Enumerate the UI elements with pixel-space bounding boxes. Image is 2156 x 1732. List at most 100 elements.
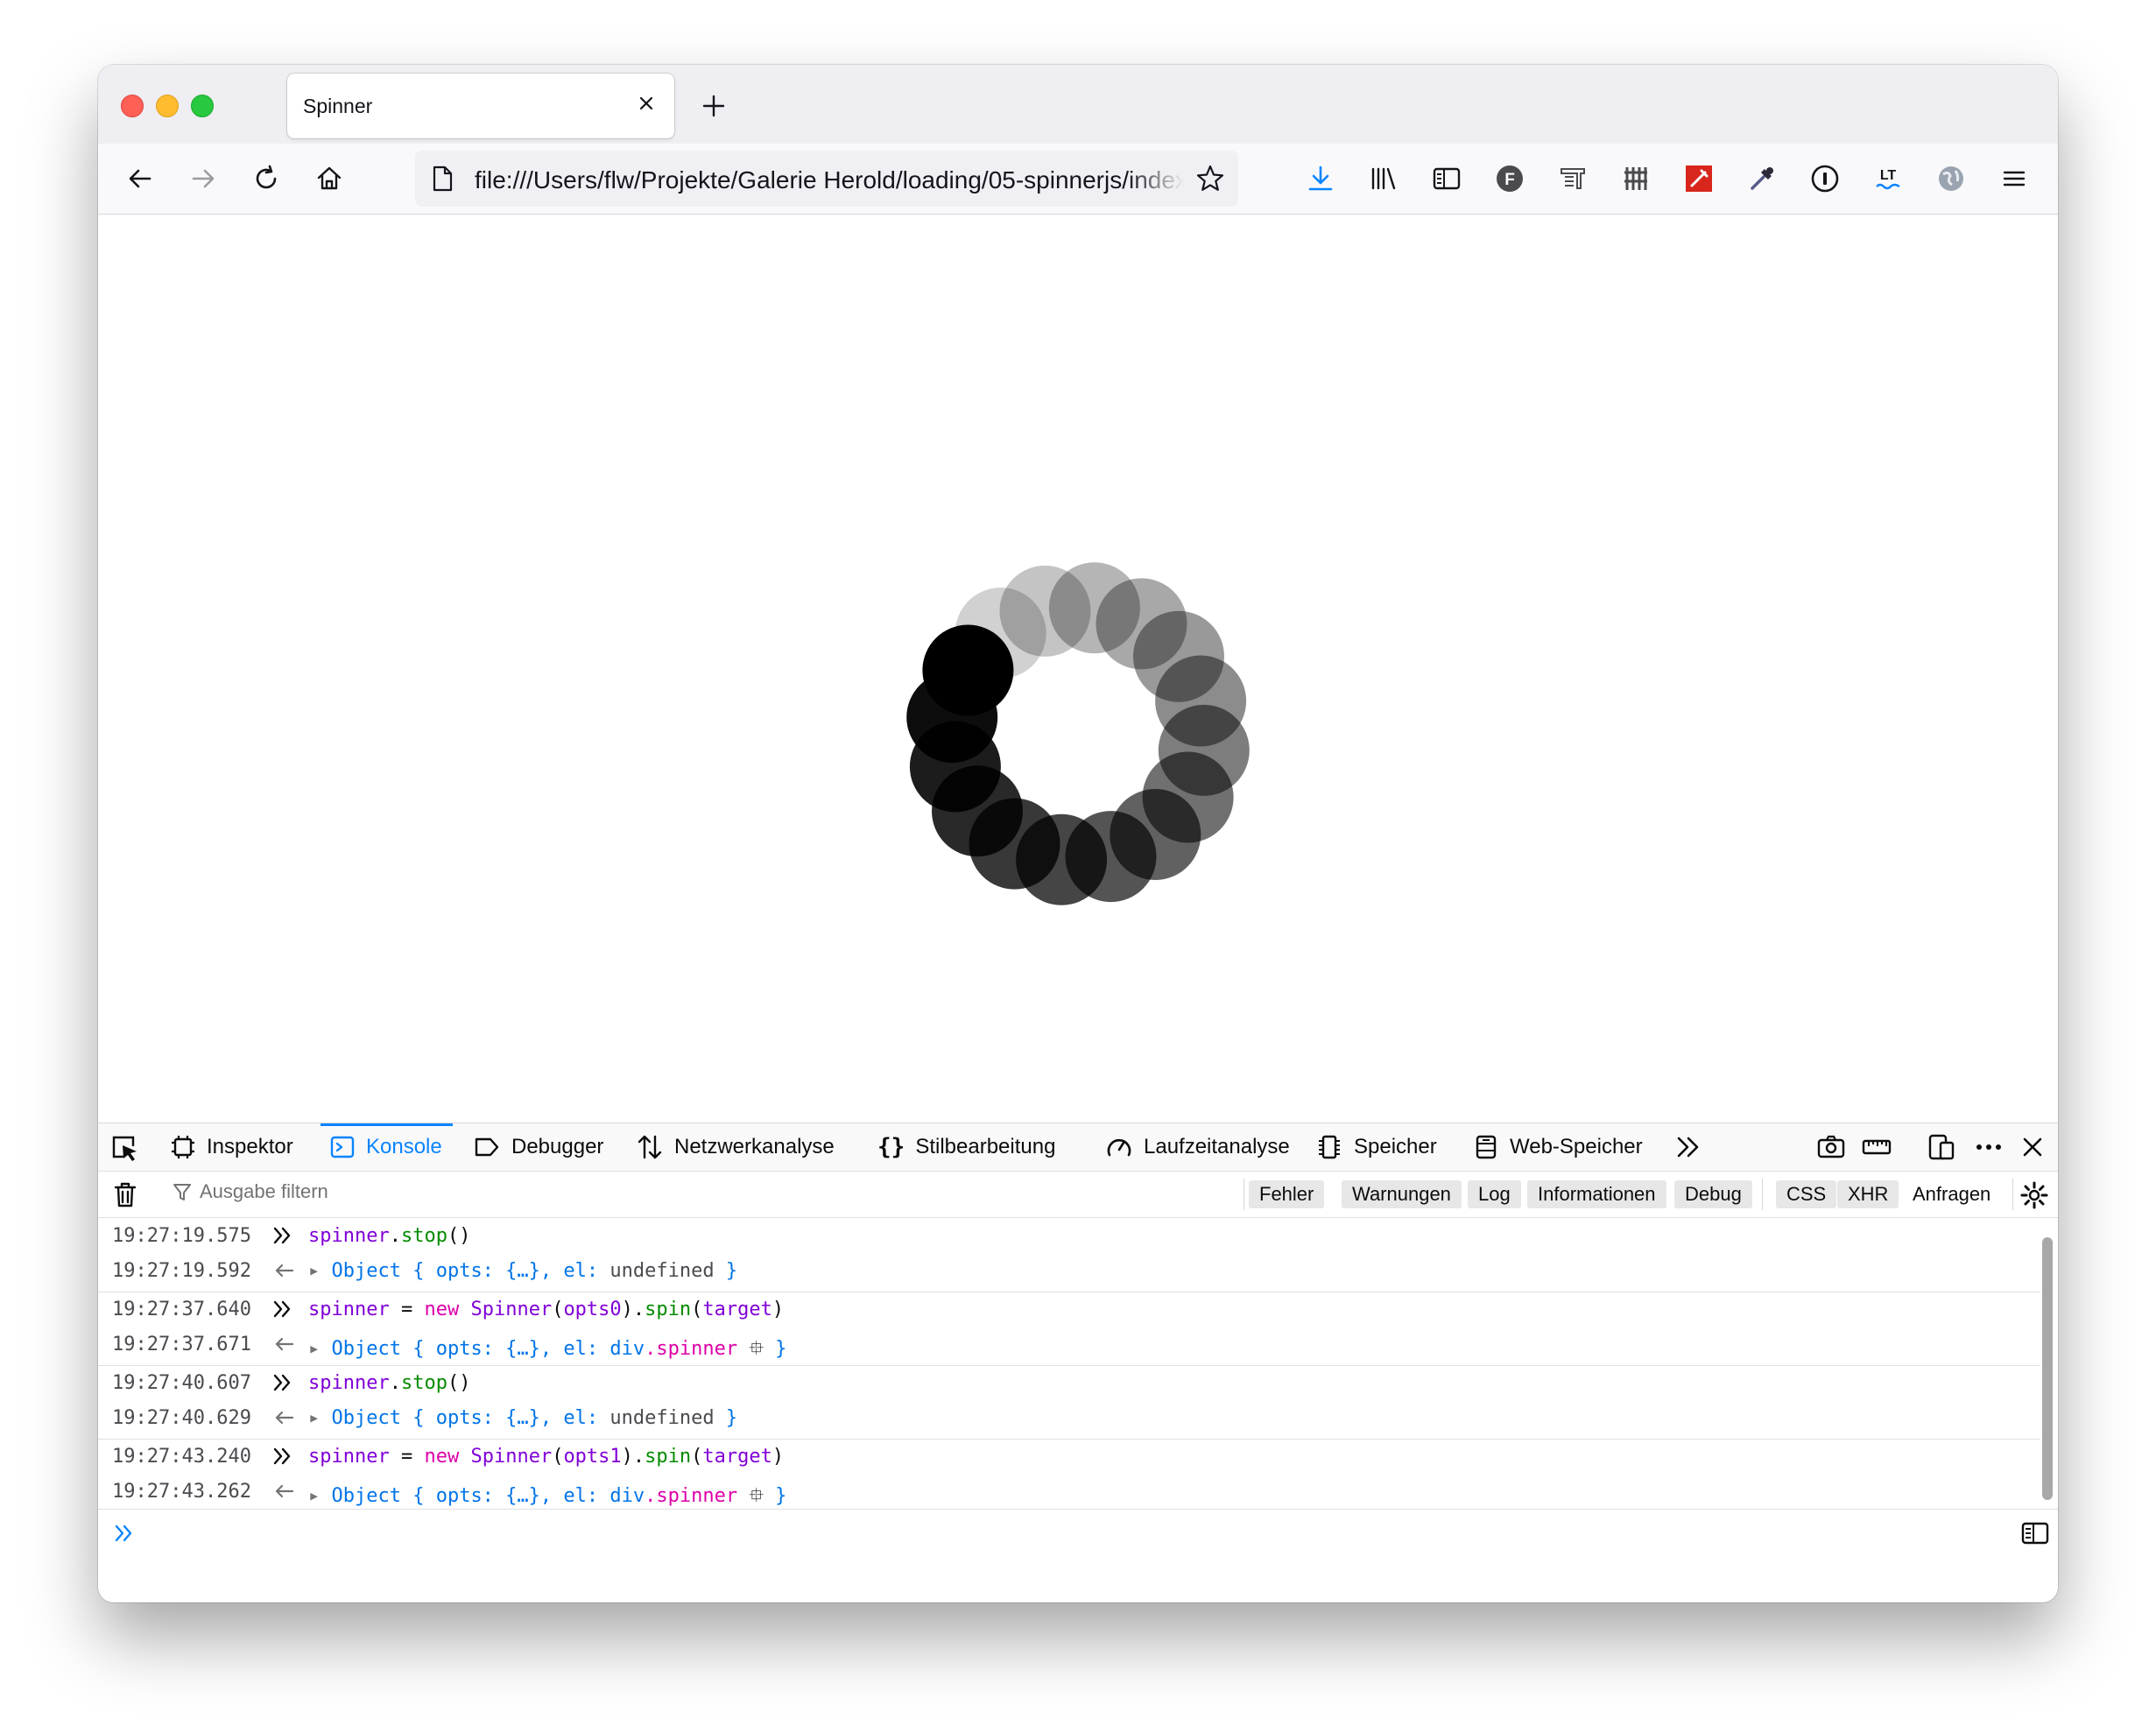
new-tab-icon[interactable] [699, 91, 729, 121]
reader-icon[interactable] [1555, 161, 1590, 196]
browser-tab[interactable]: Spinner [287, 74, 674, 138]
console-settings-gear-icon[interactable] [2019, 1180, 2049, 1210]
page-icon [433, 165, 453, 192]
timestamp: 19:27:43.262 [112, 1481, 251, 1503]
input-chevron-icon [273, 1447, 291, 1465]
close-tab-icon[interactable] [634, 91, 659, 116]
prompt-chevron-icon [115, 1524, 132, 1542]
filter-anfragen-button[interactable]: Anfragen [1902, 1180, 2001, 1208]
console-message: spinner = new Spinner(opts1).spin(target… [308, 1446, 785, 1468]
console-message[interactable]: ▸ Object { opts: {…}, el: undefined } [308, 1407, 737, 1429]
filter-xhr-button[interactable]: XHR [1837, 1180, 1899, 1208]
filter-warnungen-button[interactable]: Warnungen [1342, 1180, 1462, 1208]
close-window-button[interactable] [121, 95, 144, 117]
debugger-icon [475, 1137, 499, 1157]
svg-text:LT: LT [1880, 168, 1897, 183]
eyedropper-icon[interactable] [1744, 161, 1779, 196]
filter-placeholder: Ausgabe filtern [200, 1180, 328, 1202]
download-icon[interactable] [1303, 161, 1338, 196]
filter-fehler-button[interactable]: Fehler [1249, 1180, 1325, 1208]
menu-icon[interactable] [1997, 161, 2032, 196]
tab-debugger[interactable]: Debugger [473, 1123, 603, 1171]
spinner [906, 562, 1250, 905]
tab-stilbearbeitung[interactable]: {} Stilbearbeitung [877, 1123, 1055, 1171]
tab-konsole[interactable]: Konsole [321, 1123, 453, 1171]
network-icon [638, 1135, 662, 1159]
tab-speicher[interactable]: Speicher [1315, 1123, 1437, 1171]
forward-icon[interactable] [186, 161, 221, 196]
console-row-input: 19:27:43.240 spinner = new Spinner(opts1… [98, 1439, 2040, 1475]
minimize-window-button[interactable] [156, 95, 179, 117]
storage-icon [1476, 1135, 1497, 1159]
tab-web-speicher[interactable]: Web-Speicher [1473, 1123, 1643, 1171]
filter-icon [173, 1184, 191, 1200]
timestamp: 19:27:40.629 [112, 1407, 251, 1429]
console-message[interactable]: ▸ Object { opts: {…}, el: div.spinner ⯐ … [308, 1334, 786, 1367]
input-chevron-icon [273, 1300, 291, 1318]
globe-icon[interactable] [1934, 161, 1969, 196]
responsive-design-icon[interactable] [1927, 1132, 1956, 1162]
console-message: spinner.stop() [308, 1225, 471, 1247]
separator [1762, 1179, 1763, 1210]
filter-css-button[interactable]: CSS [1776, 1180, 1837, 1208]
timestamp: 19:27:37.671 [112, 1334, 251, 1355]
trash-icon[interactable] [112, 1180, 138, 1208]
console-message[interactable]: ▸ Object { opts: {…}, el: undefined } [308, 1260, 737, 1282]
bookmark-star-icon[interactable] [1194, 163, 1226, 194]
result-arrow-icon [275, 1484, 294, 1498]
more-tools-chevron-icon[interactable] [1674, 1134, 1702, 1160]
console-output: 19:27:19.575 spinner.stop() 19:27:19.592… [98, 1218, 2040, 1507]
console-icon [330, 1136, 355, 1158]
screenshot-icon[interactable] [1816, 1134, 1846, 1160]
filter-informationen-button[interactable]: Informationen [1527, 1180, 1666, 1208]
tab-title: Spinner [303, 95, 373, 117]
tab-bar: Spinner [98, 65, 2058, 144]
console-row-input: 19:27:40.607 spinner.stop() [98, 1365, 2040, 1402]
devtools-panel: Inspektor Konsole Debugger Netzwerkanaly… [98, 1123, 2058, 1602]
home-icon[interactable] [312, 161, 347, 196]
extension-grid-icon[interactable] [1618, 161, 1653, 196]
zoom-window-button[interactable] [191, 95, 214, 117]
tab-laufzeitanalyse[interactable]: Laufzeitanalyse [1105, 1123, 1290, 1171]
node-inspect-icon[interactable]: ⯐ [749, 1485, 764, 1507]
input-chevron-icon [273, 1227, 291, 1244]
console-filter-bar: Ausgabe filtern Fehler Warnungen Log Inf… [98, 1172, 2058, 1218]
url-text[interactable]: file:///Users/flw/Projekte/Galerie Herol… [475, 166, 1184, 194]
element-picker-icon[interactable] [110, 1134, 140, 1162]
console-row-input: 19:27:19.575 spinner.stop() [98, 1218, 2040, 1255]
extension-red-icon[interactable] [1681, 161, 1716, 196]
filter-debug-button[interactable]: Debug [1674, 1180, 1752, 1208]
tab-netzwerkanalyse[interactable]: Netzwerkanalyse [636, 1123, 835, 1171]
extension-f-icon[interactable]: F [1492, 161, 1527, 196]
memory-icon [1319, 1135, 1340, 1159]
console-row-output: 19:27:19.592 ▸ Object { opts: {…}, el: u… [98, 1253, 2040, 1290]
filter-log-button[interactable]: Log [1468, 1180, 1521, 1208]
console-scrollbar-thumb[interactable] [2042, 1237, 2053, 1500]
node-inspect-icon[interactable]: ⯐ [749, 1338, 764, 1360]
reload-icon[interactable] [249, 161, 284, 196]
tab-label: Speicher [1354, 1135, 1437, 1158]
timestamp: 19:27:43.240 [112, 1446, 251, 1468]
languagetool-icon[interactable]: LT [1871, 161, 1906, 196]
input-chevron-icon [273, 1374, 291, 1391]
close-devtools-icon[interactable] [2019, 1134, 2046, 1160]
sidebar-icon[interactable] [1429, 161, 1464, 196]
console-row-input: 19:27:37.640 spinner = new Spinner(opts0… [98, 1292, 2040, 1328]
console-row-output: 19:27:43.262 ▸ Object { opts: {…}, el: d… [98, 1474, 2040, 1510]
ruler-icon[interactable] [1862, 1134, 1892, 1160]
timestamp: 19:27:19.592 [112, 1260, 251, 1282]
back-icon[interactable] [123, 161, 158, 196]
password-icon[interactable] [1807, 161, 1842, 196]
editor-mode-icon[interactable] [2021, 1520, 2049, 1546]
inspector-icon [172, 1136, 194, 1158]
console-message: spinner = new Spinner(opts0).spin(target… [308, 1299, 785, 1320]
address-bar[interactable]: file:///Users/flw/Projekte/Galerie Herol… [415, 151, 1238, 207]
library-icon[interactable] [1366, 161, 1401, 196]
tab-label: Debugger [511, 1135, 604, 1158]
more-options-icon[interactable] [1974, 1134, 2004, 1160]
console-row-output: 19:27:37.671 ▸ Object { opts: {…}, el: d… [98, 1327, 2040, 1363]
console-input[interactable] [98, 1509, 2058, 1559]
filter-input[interactable]: Ausgabe filtern [172, 1180, 328, 1203]
result-arrow-icon [275, 1411, 294, 1425]
tab-inspektor[interactable]: Inspektor [170, 1123, 293, 1171]
